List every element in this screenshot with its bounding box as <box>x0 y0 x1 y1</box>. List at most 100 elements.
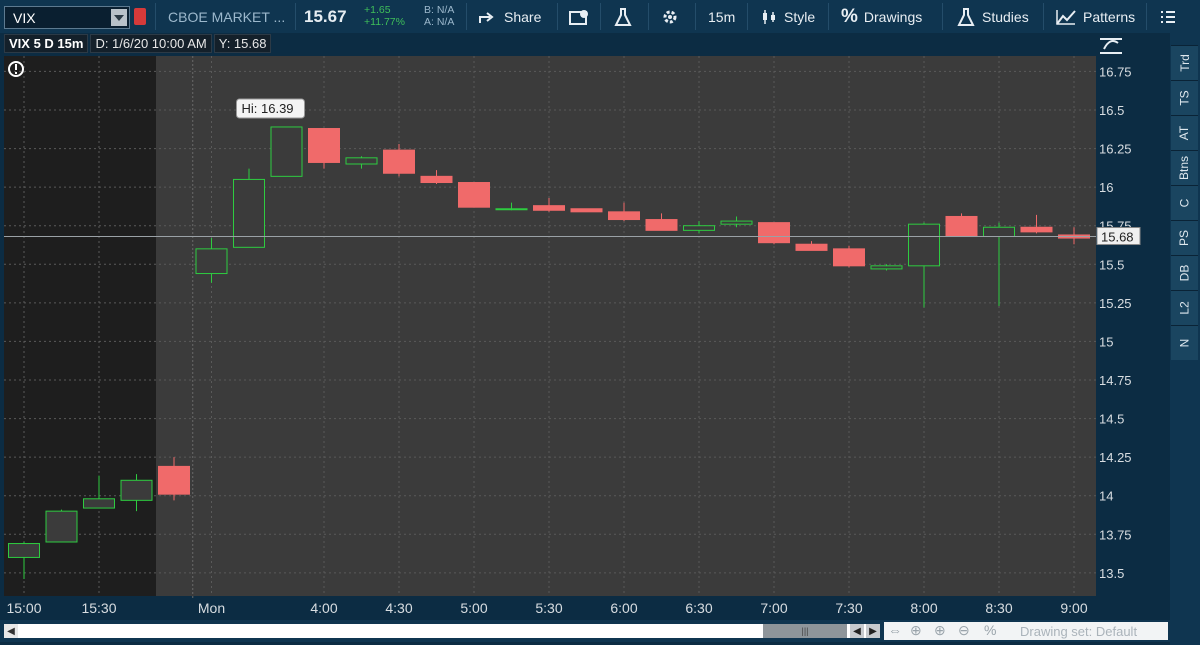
candle <box>308 128 340 169</box>
right-tab-ps[interactable]: PS <box>1171 220 1198 255</box>
x-tick-label: 8:30 <box>985 600 1012 616</box>
symbol-selector[interactable]: VIX <box>4 6 130 29</box>
flask-icon <box>614 7 632 26</box>
candle-body <box>758 222 790 244</box>
x-tick-label: 7:30 <box>835 600 862 616</box>
drawings-button[interactable]: % Drawings <box>841 0 922 33</box>
candle-body <box>345 157 378 165</box>
percent-icon[interactable]: % <box>984 622 996 638</box>
patterns-button[interactable]: Patterns <box>1055 0 1135 33</box>
percent-change: +11.77% <box>364 16 405 28</box>
divider <box>1043 3 1044 30</box>
chevron-down-icon[interactable] <box>111 9 127 26</box>
candle-body <box>383 149 415 174</box>
bid: B: N/A <box>424 4 455 16</box>
pan-icon[interactable]: ⇔ <box>888 622 902 638</box>
timeframe-button[interactable]: 15m <box>708 0 735 33</box>
candle-body <box>833 248 865 267</box>
price-chart[interactable]: 16.7516.516.251615.7515.515.251514.7514.… <box>0 33 1170 620</box>
horizontal-scrollbar[interactable] <box>4 624 880 638</box>
right-tab-label: N <box>1177 338 1192 348</box>
x-tick-label: Mon <box>198 600 225 616</box>
right-tab-label: L2 <box>1177 301 1192 315</box>
chart-title: VIX 5 D 15m <box>4 34 89 53</box>
drawing-set-label[interactable]: Drawing set: Default <box>1020 624 1137 639</box>
candle <box>570 208 603 213</box>
y-tick-label: 14.5 <box>1099 412 1124 427</box>
y-tick-label: 16.25 <box>1099 142 1132 157</box>
x-tick-label: 9:00 <box>1060 600 1087 616</box>
candle-body <box>608 211 640 221</box>
divider <box>557 3 558 30</box>
style-label: Style <box>784 8 816 25</box>
candle <box>833 245 865 268</box>
studies-label: Studies <box>982 8 1029 25</box>
candle-body <box>870 265 903 270</box>
snapshot-button[interactable] <box>569 0 591 33</box>
candle <box>45 509 78 543</box>
right-tab-l2[interactable]: L2 <box>1171 290 1198 325</box>
right-tab-n[interactable]: N <box>1171 325 1198 360</box>
flag-icon[interactable] <box>134 8 146 25</box>
divider <box>295 3 296 30</box>
share-button[interactable]: Share <box>478 0 541 33</box>
divider <box>648 3 649 30</box>
x-tick-label: 6:30 <box>685 600 712 616</box>
candle-body <box>420 175 453 184</box>
scroll-left-arrow-icon[interactable]: ◀ <box>4 624 18 638</box>
right-tab-btns[interactable]: Btns <box>1171 150 1198 185</box>
right-tab-ts[interactable]: TS <box>1171 80 1198 115</box>
candle-body <box>158 465 190 495</box>
high-label: Hi: 16.39 <box>242 101 294 116</box>
studies-button[interactable]: Studies <box>956 0 1029 33</box>
divider <box>695 3 696 30</box>
top-toolbar: VIX CBOE MARKET ... 15.67 +1.65 +11.77% … <box>0 0 1200 34</box>
candle-body <box>83 498 115 509</box>
candle-body <box>45 510 78 543</box>
candle-body <box>270 126 303 177</box>
crosshair-icon[interactable]: ⊕ <box>910 622 922 639</box>
divider <box>155 3 156 30</box>
right-tab-c[interactable]: C <box>1171 185 1198 220</box>
settings-button[interactable] <box>661 0 679 33</box>
x-tick-label: 15:00 <box>6 600 41 616</box>
scrollbar-thumb[interactable]: ||| <box>763 624 847 638</box>
drawings-label: Drawings <box>863 8 923 25</box>
symbol-input[interactable]: VIX <box>5 10 111 26</box>
x-tick-label: 5:30 <box>535 600 562 616</box>
candle-body <box>683 225 715 231</box>
right-tab-label: Btns <box>1177 155 1192 181</box>
candle-body <box>795 243 828 251</box>
net-change: +1.65 <box>364 4 391 16</box>
gear-icon <box>663 10 677 23</box>
list-menu-icon <box>1161 10 1175 23</box>
divider <box>466 3 467 30</box>
right-tab-at[interactable]: AT <box>1171 115 1198 150</box>
flask-button[interactable] <box>613 0 633 33</box>
style-button[interactable]: Style <box>760 0 815 33</box>
x-tick-label: 8:00 <box>910 600 937 616</box>
y-tick-label: 15.25 <box>1099 296 1132 311</box>
right-tab-trd[interactable]: Trd <box>1171 45 1198 80</box>
candle-body <box>533 205 565 211</box>
patterns-label: Patterns <box>1083 8 1136 25</box>
last-price: 15.67 <box>304 6 347 26</box>
right-tab-db[interactable]: DB <box>1171 255 1198 290</box>
y-tick-label: 16 <box>1099 180 1113 195</box>
ask: A: N/A <box>424 16 455 28</box>
menu-button[interactable] <box>1160 0 1176 33</box>
percent-icon: % <box>841 5 858 27</box>
zoom-out-icon[interactable]: ⊖ <box>958 622 970 639</box>
scroll-right-button[interactable]: ▶ <box>866 624 880 638</box>
y-tick-label: 13.75 <box>1099 527 1132 542</box>
company-name: CBOE MARKET ... <box>168 8 286 25</box>
scroll-left-button[interactable]: ◀ <box>850 624 864 638</box>
cursor-date: D: 1/6/20 10:00 AM <box>90 34 212 53</box>
y-tick-label: 14.25 <box>1099 450 1132 465</box>
y-tick-label: 15 <box>1099 334 1113 349</box>
zoom-in-icon[interactable]: ⊕ <box>934 622 946 639</box>
candle-body <box>945 215 978 238</box>
x-tick-label: 4:00 <box>310 600 337 616</box>
bid-ask-block: B: N/A A: N/A <box>424 4 454 28</box>
candle-body <box>645 219 678 231</box>
